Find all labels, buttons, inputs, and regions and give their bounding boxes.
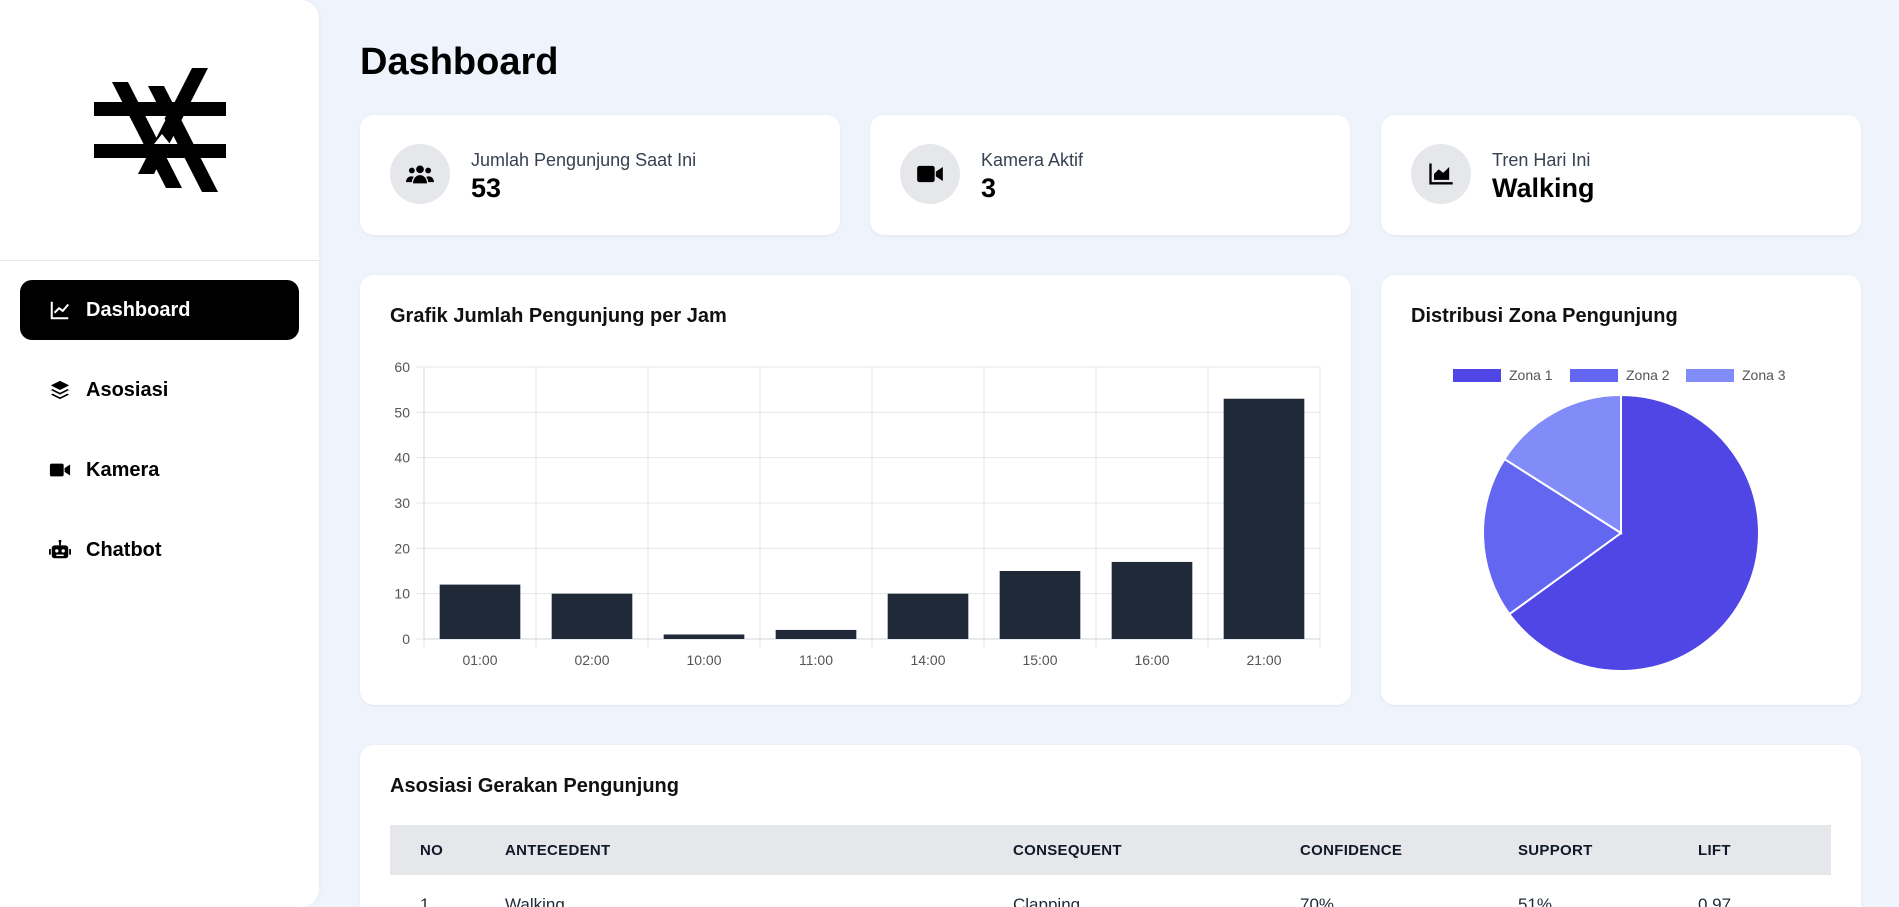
y-tick-label: 10 [394,586,410,602]
legend-swatch[interactable] [1686,369,1734,382]
stat-value: Walking [1492,173,1595,203]
stat-label: Kamera Aktif [981,150,1084,170]
table-row: 1 Walking Clapping 70% 51% 0.97 [390,875,1831,907]
x-tick-label: 21:00 [1246,652,1281,668]
chart-line-icon [48,298,72,322]
legend-label[interactable]: Zona 1 [1509,367,1553,383]
legend-swatch[interactable] [1570,369,1618,382]
column-header: ANTECEDENT [505,825,1013,875]
bar-chart-card: Grafik Jumlah Pengunjung per Jam 0 10 20 30… [360,275,1351,705]
y-tick-label: 30 [394,495,410,511]
y-tick-label: 50 [394,404,410,420]
association-table: NO ANTECEDENT CONSEQUENT CONFIDENCE SUPP… [390,825,1831,907]
column-header: SUPPORT [1518,825,1698,875]
x-tick-label: 01:00 [462,652,497,668]
sidebar-item-label: Dashboard [86,298,191,321]
bar[interactable] [439,584,521,639]
x-tick-label: 15:00 [1022,652,1057,668]
sidebar-nav: Dashboard Asosiasi Kamera Chatbot [0,261,319,580]
users-icon [390,144,450,204]
bar[interactable] [1111,561,1193,639]
column-header: CONFIDENCE [1300,825,1518,875]
legend-swatch[interactable] [1453,369,1501,382]
robot-icon [48,538,72,562]
sidebar: Dashboard Asosiasi Kamera Chatbot [0,0,319,907]
column-header: LIFT [1698,825,1831,875]
bar-chart: 0 10 20 30 40 50 60 01:00 02:00 10:00 11:00 14:00 15… [394,359,1321,668]
bar[interactable] [775,629,857,639]
layers-icon [48,378,72,402]
table-cell: 0.97 [1698,895,1732,907]
table-header-row: NO ANTECEDENT CONSEQUENT CONFIDENCE SUPP… [390,825,1831,875]
table-cell: Clapping [1013,895,1081,907]
sidebar-item-asosiasi[interactable]: Asosiasi [20,360,299,420]
stat-card-trend: Tren Hari Ini Walking [1381,115,1861,235]
table-cell: 1 [420,895,430,907]
column-header: CONSEQUENT [1013,825,1300,875]
table-title: Asosiasi Gerakan Pengunjung [390,775,679,797]
x-tick-label: 14:00 [910,652,945,668]
sidebar-item-label: Kamera [86,458,160,481]
stat-card-cameras: Kamera Aktif 3 [870,115,1350,235]
sidebar-item-label: Chatbot [86,538,162,561]
stat-value: 53 [471,173,502,203]
area-chart-icon [1411,144,1471,204]
stat-label: Jumlah Pengunjung Saat Ini [471,150,697,170]
sidebar-item-dashboard[interactable]: Dashboard [20,280,299,340]
logo-icon [93,68,226,192]
sidebar-item-kamera[interactable]: Kamera [20,440,299,500]
y-tick-label: 40 [394,450,410,466]
x-tick-label: 02:00 [574,652,609,668]
bar[interactable] [999,571,1081,639]
sidebar-item-label: Asosiasi [86,378,169,401]
y-tick-label: 0 [402,631,410,647]
stat-value: 3 [981,173,997,203]
table-cell: 70% [1300,895,1335,907]
y-tick-label: 60 [394,359,410,375]
bar[interactable] [663,634,745,639]
bar[interactable] [887,593,969,639]
page-title: Dashboard [360,41,559,83]
association-table-card: Asosiasi Gerakan Pengunjung NO ANTECEDEN… [360,745,1861,907]
x-tick-label: 10:00 [686,652,721,668]
legend-label[interactable]: Zona 3 [1742,367,1786,383]
x-tick-label: 16:00 [1134,652,1169,668]
y-tick-label: 20 [394,540,410,556]
video-icon [48,458,72,482]
bar[interactable] [551,593,633,639]
bar[interactable] [1223,398,1305,639]
legend-label[interactable]: Zona 2 [1626,367,1670,383]
stat-card-visitors: Jumlah Pengunjung Saat Ini 53 [360,115,840,235]
stat-label: Tren Hari Ini [1492,150,1591,170]
column-header: NO [390,825,505,875]
video-icon [900,144,960,204]
logo-area [0,0,319,261]
sidebar-item-chatbot[interactable]: Chatbot [20,520,299,580]
pie-chart-card: Distribusi Zona Pengunjung Zona 1 Zona 2Z… [1381,275,1861,705]
table-cell: 51% [1518,895,1553,907]
table-cell: Walking [505,895,565,907]
pie-chart: Zona 1 Zona 2 Zona 3 [1453,367,1786,672]
x-tick-label: 11:00 [799,652,833,668]
